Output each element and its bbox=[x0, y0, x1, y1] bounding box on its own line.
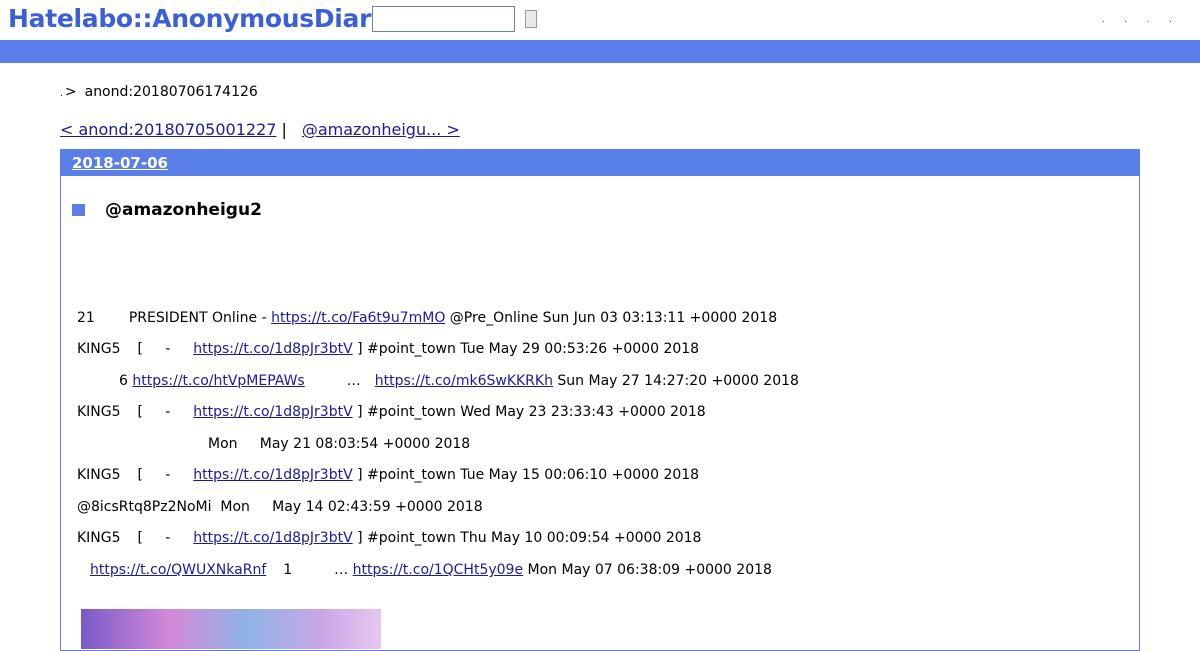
embedded-image[interactable] bbox=[81, 609, 381, 649]
tweet-line: KING5[ - https://t.co/1d8pJr3btV ] #poin… bbox=[77, 530, 702, 546]
header-link[interactable]: . bbox=[1146, 14, 1149, 25]
search-input[interactable] bbox=[372, 6, 515, 32]
date-header: 2018-07-06 bbox=[61, 150, 1139, 176]
entry-title: @amazonheigu2 bbox=[72, 200, 262, 220]
entry-title-text: @amazonheigu2 bbox=[105, 200, 262, 220]
header-links: . . . . bbox=[1086, 14, 1172, 25]
tweet-line: Mon May 21 08:03:54 +0000 2018 bbox=[208, 436, 471, 452]
entry-navigation: < anond:20180705001227 | @amazonheigu... > bbox=[60, 120, 478, 139]
nav-divider: | bbox=[281, 120, 287, 139]
tweet-line: KING5[ - https://t.co/1d8pJr3btV ] #poin… bbox=[77, 404, 706, 420]
site-logo[interactable]: Hatelabo::AnonymousDiary bbox=[8, 4, 387, 33]
entry-permalink-icon[interactable] bbox=[72, 204, 85, 216]
header-link[interactable]: . bbox=[1169, 14, 1172, 25]
tweet-link[interactable]: https://t.co/Fa6t9u7mMO bbox=[271, 310, 445, 326]
tweet-line: https://t.co/QWUXNkaRnf 1… https://t.co/1… bbox=[90, 562, 772, 578]
breadcrumb-current: anond:20180706174126 bbox=[84, 84, 258, 100]
tweet-link[interactable]: https://t.co/1QCHt5y09e bbox=[353, 562, 523, 578]
header-link[interactable]: . bbox=[1124, 14, 1127, 25]
tweet-line: KING5[ - https://t.co/1d8pJr3btV ] #poin… bbox=[77, 467, 700, 483]
header-bar bbox=[0, 40, 1200, 63]
breadcrumb-separator: > bbox=[64, 84, 77, 100]
breadcrumb: . > anond:20180706174126 bbox=[60, 84, 258, 100]
tweet-link[interactable]: https://t.co/QWUXNkaRnf bbox=[90, 562, 266, 578]
date-link[interactable]: 2018-07-06 bbox=[72, 154, 168, 172]
tweet-line: 6 https://t.co/htVpMEPAWs… https://t.co/m… bbox=[119, 373, 799, 389]
next-entry-link[interactable]: @amazonheigu... > bbox=[292, 120, 478, 139]
tweet-link[interactable]: https://t.co/1d8pJr3btV bbox=[193, 404, 352, 420]
tweet-link[interactable]: https://t.co/1d8pJr3btV bbox=[193, 467, 352, 483]
diary-panel: 2018-07-06 @amazonheigu2 21 PRESIDENT Onl… bbox=[60, 149, 1140, 651]
tweet-line: 21 PRESIDENT Online - https://t.co/Fa6t9u… bbox=[77, 310, 778, 326]
tweet-line: KING5[ - https://t.co/1d8pJr3btV ] #poin… bbox=[77, 341, 700, 357]
tweet-link[interactable]: https://t.co/1d8pJr3btV bbox=[193, 341, 352, 357]
breadcrumb-home[interactable]: . bbox=[60, 89, 63, 99]
tweet-link[interactable]: https://t.co/1d8pJr3btV bbox=[193, 530, 352, 546]
tweet-link[interactable]: https://t.co/htVpMEPAWs bbox=[132, 373, 304, 389]
prev-entry-link[interactable]: < anond:20180705001227 bbox=[60, 120, 276, 139]
site-header: Hatelabo::AnonymousDiary . . . . bbox=[0, 0, 1200, 40]
tweet-link[interactable]: https://t.co/mk6SwKKRKh bbox=[375, 373, 553, 389]
search-button[interactable] bbox=[525, 10, 537, 28]
header-link[interactable]: . bbox=[1102, 14, 1105, 25]
tweet-line: @8icsRtq8Pz2NoMi Mon May 14 02:43:59 +00… bbox=[77, 499, 483, 515]
